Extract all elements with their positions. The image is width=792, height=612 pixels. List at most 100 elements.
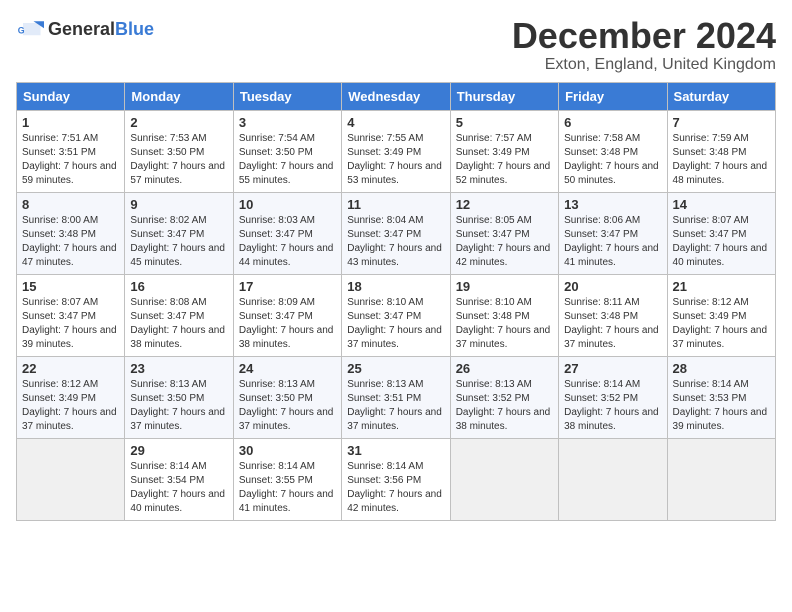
table-row: 18 Sunrise: 8:10 AMSunset: 3:47 PMDaylig…: [342, 274, 450, 356]
day-number: 17: [239, 279, 336, 294]
col-tuesday: Tuesday: [233, 82, 341, 110]
table-row: 22 Sunrise: 8:12 AMSunset: 3:49 PMDaylig…: [17, 356, 125, 438]
day-number: 6: [564, 115, 661, 130]
table-row: 21 Sunrise: 8:12 AMSunset: 3:49 PMDaylig…: [667, 274, 775, 356]
month-title: December 2024: [512, 16, 776, 56]
day-number: 28: [673, 361, 770, 376]
svg-text:G: G: [18, 26, 25, 36]
table-row: 13 Sunrise: 8:06 AMSunset: 3:47 PMDaylig…: [559, 192, 667, 274]
day-number: 8: [22, 197, 119, 212]
cell-info: Sunrise: 8:08 AMSunset: 3:47 PMDaylight:…: [130, 297, 225, 350]
cell-info: Sunrise: 7:53 AMSunset: 3:50 PMDaylight:…: [130, 133, 225, 186]
cell-info: Sunrise: 8:06 AMSunset: 3:47 PMDaylight:…: [564, 215, 659, 268]
day-number: 19: [456, 279, 553, 294]
day-number: 11: [347, 197, 444, 212]
table-row: 23 Sunrise: 8:13 AMSunset: 3:50 PMDaylig…: [125, 356, 233, 438]
cell-info: Sunrise: 8:14 AMSunset: 3:55 PMDaylight:…: [239, 461, 334, 514]
day-number: 15: [22, 279, 119, 294]
table-row: 31 Sunrise: 8:14 AMSunset: 3:56 PMDaylig…: [342, 438, 450, 520]
day-number: 5: [456, 115, 553, 130]
table-row: 4 Sunrise: 7:55 AMSunset: 3:49 PMDayligh…: [342, 110, 450, 192]
day-number: 9: [130, 197, 227, 212]
day-number: 7: [673, 115, 770, 130]
day-number: 23: [130, 361, 227, 376]
cell-info: Sunrise: 8:03 AMSunset: 3:47 PMDaylight:…: [239, 215, 334, 268]
cell-info: Sunrise: 7:54 AMSunset: 3:50 PMDaylight:…: [239, 133, 334, 186]
table-row: 27 Sunrise: 8:14 AMSunset: 3:52 PMDaylig…: [559, 356, 667, 438]
day-number: 10: [239, 197, 336, 212]
cell-info: Sunrise: 7:59 AMSunset: 3:48 PMDaylight:…: [673, 133, 768, 186]
day-number: 20: [564, 279, 661, 294]
table-row: 28 Sunrise: 8:14 AMSunset: 3:53 PMDaylig…: [667, 356, 775, 438]
cell-info: Sunrise: 8:12 AMSunset: 3:49 PMDaylight:…: [673, 297, 768, 350]
day-number: 24: [239, 361, 336, 376]
day-number: 3: [239, 115, 336, 130]
table-row: 10 Sunrise: 8:03 AMSunset: 3:47 PMDaylig…: [233, 192, 341, 274]
day-number: 29: [130, 443, 227, 458]
table-row: 14 Sunrise: 8:07 AMSunset: 3:47 PMDaylig…: [667, 192, 775, 274]
col-thursday: Thursday: [450, 82, 558, 110]
cell-info: Sunrise: 7:51 AMSunset: 3:51 PMDaylight:…: [22, 133, 117, 186]
day-number: 13: [564, 197, 661, 212]
cell-info: Sunrise: 8:14 AMSunset: 3:54 PMDaylight:…: [130, 461, 225, 514]
calendar-week-row: 8 Sunrise: 8:00 AMSunset: 3:48 PMDayligh…: [17, 192, 776, 274]
cell-info: Sunrise: 8:10 AMSunset: 3:48 PMDaylight:…: [456, 297, 551, 350]
cell-info: Sunrise: 8:09 AMSunset: 3:47 PMDaylight:…: [239, 297, 334, 350]
day-number: 4: [347, 115, 444, 130]
table-row: [17, 438, 125, 520]
cell-info: Sunrise: 8:04 AMSunset: 3:47 PMDaylight:…: [347, 215, 442, 268]
table-row: 16 Sunrise: 8:08 AMSunset: 3:47 PMDaylig…: [125, 274, 233, 356]
cell-info: Sunrise: 8:14 AMSunset: 3:53 PMDaylight:…: [673, 379, 768, 432]
location-title: Exton, England, United Kingdom: [512, 56, 776, 74]
table-row: 15 Sunrise: 8:07 AMSunset: 3:47 PMDaylig…: [17, 274, 125, 356]
calendar-week-row: 1 Sunrise: 7:51 AMSunset: 3:51 PMDayligh…: [17, 110, 776, 192]
day-number: 27: [564, 361, 661, 376]
table-row: 24 Sunrise: 8:13 AMSunset: 3:50 PMDaylig…: [233, 356, 341, 438]
cell-info: Sunrise: 8:13 AMSunset: 3:52 PMDaylight:…: [456, 379, 551, 432]
day-number: 18: [347, 279, 444, 294]
cell-info: Sunrise: 8:13 AMSunset: 3:51 PMDaylight:…: [347, 379, 442, 432]
logo-wordmark: GeneralBlue: [48, 20, 154, 40]
cell-info: Sunrise: 8:05 AMSunset: 3:47 PMDaylight:…: [456, 215, 551, 268]
cell-info: Sunrise: 7:55 AMSunset: 3:49 PMDaylight:…: [347, 133, 442, 186]
cell-info: Sunrise: 8:12 AMSunset: 3:49 PMDaylight:…: [22, 379, 117, 432]
day-number: 12: [456, 197, 553, 212]
cell-info: Sunrise: 8:14 AMSunset: 3:52 PMDaylight:…: [564, 379, 659, 432]
day-number: 31: [347, 443, 444, 458]
day-number: 26: [456, 361, 553, 376]
table-row: 17 Sunrise: 8:09 AMSunset: 3:47 PMDaylig…: [233, 274, 341, 356]
table-row: 7 Sunrise: 7:59 AMSunset: 3:48 PMDayligh…: [667, 110, 775, 192]
cell-info: Sunrise: 8:14 AMSunset: 3:56 PMDaylight:…: [347, 461, 442, 514]
table-row: 29 Sunrise: 8:14 AMSunset: 3:54 PMDaylig…: [125, 438, 233, 520]
table-row: 8 Sunrise: 8:00 AMSunset: 3:48 PMDayligh…: [17, 192, 125, 274]
cell-info: Sunrise: 8:07 AMSunset: 3:47 PMDaylight:…: [22, 297, 117, 350]
table-row: 2 Sunrise: 7:53 AMSunset: 3:50 PMDayligh…: [125, 110, 233, 192]
table-row: 6 Sunrise: 7:58 AMSunset: 3:48 PMDayligh…: [559, 110, 667, 192]
day-number: 16: [130, 279, 227, 294]
calendar-table: Sunday Monday Tuesday Wednesday Thursday…: [16, 82, 776, 521]
table-row: 20 Sunrise: 8:11 AMSunset: 3:48 PMDaylig…: [559, 274, 667, 356]
table-row: 3 Sunrise: 7:54 AMSunset: 3:50 PMDayligh…: [233, 110, 341, 192]
table-row: [667, 438, 775, 520]
col-saturday: Saturday: [667, 82, 775, 110]
col-monday: Monday: [125, 82, 233, 110]
calendar-week-row: 29 Sunrise: 8:14 AMSunset: 3:54 PMDaylig…: [17, 438, 776, 520]
logo-blue: Blue: [115, 19, 154, 39]
cell-info: Sunrise: 8:11 AMSunset: 3:48 PMDaylight:…: [564, 297, 659, 350]
table-row: 30 Sunrise: 8:14 AMSunset: 3:55 PMDaylig…: [233, 438, 341, 520]
day-number: 2: [130, 115, 227, 130]
cell-info: Sunrise: 8:07 AMSunset: 3:47 PMDaylight:…: [673, 215, 768, 268]
cell-info: Sunrise: 7:58 AMSunset: 3:48 PMDaylight:…: [564, 133, 659, 186]
logo-icon: G: [16, 16, 44, 44]
cell-info: Sunrise: 8:00 AMSunset: 3:48 PMDaylight:…: [22, 215, 117, 268]
table-row: 9 Sunrise: 8:02 AMSunset: 3:47 PMDayligh…: [125, 192, 233, 274]
table-row: 19 Sunrise: 8:10 AMSunset: 3:48 PMDaylig…: [450, 274, 558, 356]
cell-info: Sunrise: 8:13 AMSunset: 3:50 PMDaylight:…: [130, 379, 225, 432]
table-row: 25 Sunrise: 8:13 AMSunset: 3:51 PMDaylig…: [342, 356, 450, 438]
table-row: [450, 438, 558, 520]
table-row: [559, 438, 667, 520]
col-sunday: Sunday: [17, 82, 125, 110]
logo-general: General: [48, 19, 115, 39]
day-number: 25: [347, 361, 444, 376]
cell-info: Sunrise: 8:13 AMSunset: 3:50 PMDaylight:…: [239, 379, 334, 432]
